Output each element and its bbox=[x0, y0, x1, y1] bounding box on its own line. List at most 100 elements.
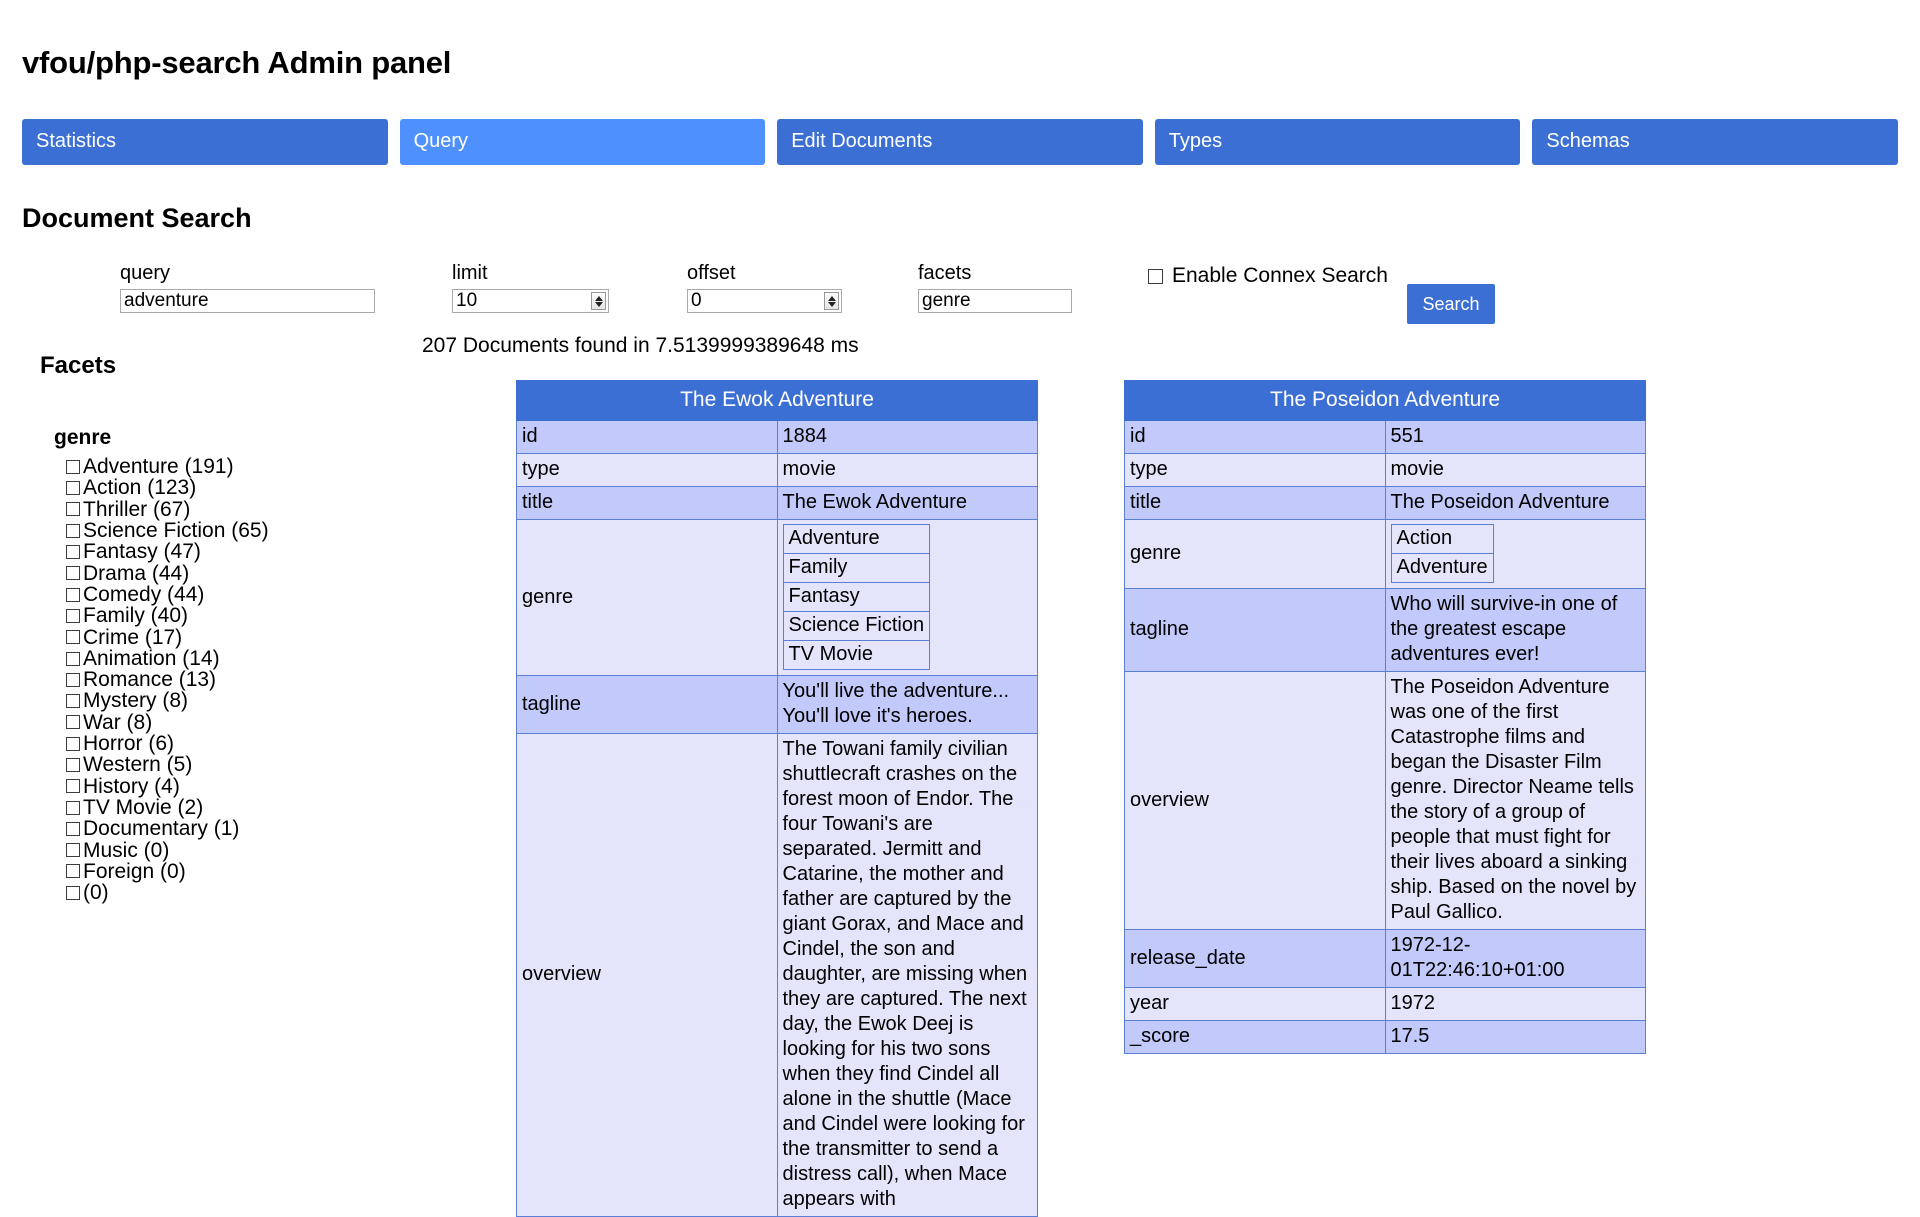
checkbox-icon[interactable] bbox=[66, 715, 80, 730]
facet-item[interactable]: Foreign (0) bbox=[66, 861, 269, 882]
facet-item[interactable]: Music (0) bbox=[66, 839, 269, 861]
checkbox-icon[interactable] bbox=[66, 694, 80, 709]
facet-item[interactable]: Fantasy (47) bbox=[66, 540, 269, 564]
facet-item-label: Foreign (0) bbox=[83, 859, 186, 883]
facet-item[interactable]: Western (5) bbox=[66, 754, 269, 776]
checkbox-icon[interactable] bbox=[66, 566, 80, 581]
tab-label: Statistics bbox=[36, 130, 117, 153]
field-key: type bbox=[1124, 453, 1386, 488]
checkbox-icon[interactable] bbox=[66, 779, 80, 794]
field-value-list: Adventure Family Fantasy Science Fiction… bbox=[776, 519, 1038, 677]
facet-item[interactable]: Adventure (191) bbox=[66, 456, 269, 477]
list-item-label: Action bbox=[1390, 524, 1494, 555]
list-item: Family bbox=[782, 553, 931, 584]
facet-item[interactable]: Crime (17) bbox=[66, 625, 269, 649]
tab-edit-documents[interactable]: Edit Documents bbox=[777, 119, 1143, 166]
facet-item[interactable]: Animation (14) bbox=[66, 648, 269, 669]
checkbox-icon[interactable] bbox=[66, 843, 80, 858]
offset-stepper[interactable] bbox=[687, 289, 842, 314]
list-item-label: TV Movie bbox=[782, 640, 931, 671]
facet-item[interactable]: Family (40) bbox=[66, 605, 269, 627]
facets-input[interactable] bbox=[918, 289, 1072, 314]
list-item: Fantasy bbox=[782, 582, 931, 613]
checkbox-icon[interactable] bbox=[66, 630, 80, 645]
table-row: title The Poseidon Adventure bbox=[1124, 486, 1646, 521]
tab-query[interactable]: Query bbox=[399, 119, 766, 166]
facet-item[interactable]: (0) bbox=[66, 882, 269, 903]
table-row: overview The Poseidon Adventure was one … bbox=[1124, 671, 1646, 931]
facet-item-label: Comedy (44) bbox=[83, 582, 205, 606]
facet-item[interactable]: Comedy (44) bbox=[66, 584, 269, 605]
document-title: The Ewok Adventure bbox=[516, 380, 1038, 422]
results-summary: 207 Documents found in 7.5139999389648 m… bbox=[422, 334, 859, 357]
limit-stepper[interactable] bbox=[452, 289, 609, 314]
facet-item-label: Horror (6) bbox=[83, 732, 175, 756]
checkbox-icon[interactable] bbox=[66, 545, 80, 560]
page-title: vfou/php-search Admin panel bbox=[22, 45, 452, 80]
facet-item[interactable]: Mystery (8) bbox=[66, 690, 269, 712]
field-key: overview bbox=[516, 733, 778, 1217]
facet-item[interactable]: Action (123) bbox=[66, 477, 269, 499]
tab-statistics[interactable]: Statistics bbox=[22, 119, 388, 166]
checkbox-icon[interactable] bbox=[66, 800, 80, 815]
checkbox-icon[interactable] bbox=[66, 608, 80, 623]
facet-item[interactable]: Drama (44) bbox=[66, 561, 269, 585]
table-row: title The Ewok Adventure bbox=[516, 486, 1038, 521]
field-value: 1972 bbox=[1384, 987, 1646, 1022]
section-title: Document Search bbox=[22, 203, 252, 234]
checkbox-icon[interactable] bbox=[66, 736, 80, 751]
list-item-label: Science Fiction bbox=[782, 611, 931, 642]
checkbox-icon[interactable] bbox=[66, 651, 80, 666]
facet-item[interactable]: Horror (6) bbox=[66, 733, 269, 754]
field-key: tagline bbox=[516, 675, 778, 735]
facet-item[interactable]: History (4) bbox=[66, 775, 269, 797]
offset-input[interactable] bbox=[687, 289, 842, 314]
checkbox-icon[interactable] bbox=[66, 502, 80, 517]
spinner-icon[interactable] bbox=[824, 292, 839, 311]
facet-item-label: TV Movie (2) bbox=[83, 795, 204, 819]
facet-item[interactable]: War (8) bbox=[66, 711, 269, 733]
facet-item-label: Adventure (191) bbox=[83, 455, 234, 479]
main-tabbar: Statistics Query Edit Documents Types Sc… bbox=[22, 119, 1898, 166]
facet-item-label: Crime (17) bbox=[83, 625, 183, 649]
table-row: tagline Who will survive-in one of the g… bbox=[1124, 588, 1646, 673]
tab-types[interactable]: Types bbox=[1154, 119, 1521, 166]
field-key: genre bbox=[516, 519, 778, 677]
facet-item[interactable]: TV Movie (2) bbox=[66, 797, 269, 818]
field-value: 551 bbox=[1384, 420, 1646, 455]
facet-item-label: Fantasy (47) bbox=[83, 540, 201, 564]
field-key: release_date bbox=[1124, 929, 1386, 989]
table-row: tagline You'll live the adventure... You… bbox=[516, 675, 1038, 735]
checkbox-icon[interactable] bbox=[66, 481, 80, 496]
search-input[interactable] bbox=[120, 289, 375, 314]
field-value: 17.5 bbox=[1384, 1020, 1646, 1055]
facet-item[interactable]: Romance (13) bbox=[66, 669, 269, 690]
tab-schemas[interactable]: Schemas bbox=[1532, 119, 1898, 166]
table-row: year 1972 bbox=[1124, 987, 1646, 1022]
checkbox-icon[interactable] bbox=[66, 864, 80, 879]
limit-input[interactable] bbox=[452, 289, 609, 314]
facet-item-label: Drama (44) bbox=[83, 561, 190, 585]
checkbox-icon[interactable] bbox=[1148, 268, 1163, 284]
genre-list: Action Adventure bbox=[1390, 524, 1494, 584]
facet-item[interactable]: Science Fiction (65) bbox=[66, 520, 269, 541]
field-key: id bbox=[1124, 420, 1386, 455]
field-key: title bbox=[1124, 486, 1386, 521]
checkbox-icon[interactable] bbox=[66, 672, 80, 687]
spinner-icon[interactable] bbox=[591, 292, 606, 311]
checkbox-icon[interactable] bbox=[66, 523, 80, 538]
facet-item-label: Romance (13) bbox=[83, 668, 217, 692]
checkbox-icon[interactable] bbox=[66, 885, 80, 900]
field-value: You'll live the adventure... You'll love… bbox=[776, 675, 1038, 735]
table-row: overview The Towani family civilian shut… bbox=[516, 733, 1038, 1217]
checkbox-icon[interactable] bbox=[66, 757, 80, 772]
checkbox-icon[interactable] bbox=[66, 587, 80, 602]
checkbox-icon[interactable] bbox=[66, 459, 80, 474]
checkbox-icon[interactable] bbox=[66, 821, 80, 836]
search-button[interactable]: Search bbox=[1407, 284, 1495, 325]
facet-item[interactable]: Documentary (1) bbox=[66, 818, 269, 840]
facet-item[interactable]: Thriller (67) bbox=[66, 498, 269, 520]
connex-search-toggle[interactable]: Enable Connex Search bbox=[1148, 264, 1388, 288]
list-item: Action bbox=[1390, 524, 1494, 555]
table-row: type movie bbox=[1124, 453, 1646, 488]
